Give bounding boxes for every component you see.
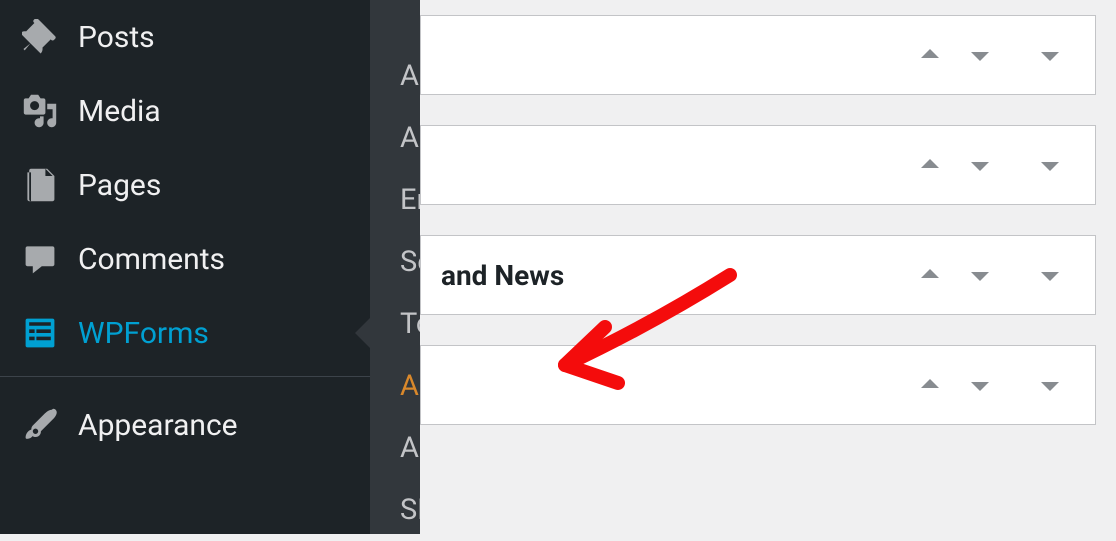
sidebar-item-appearance[interactable]: Appearance xyxy=(0,388,370,462)
sidebar-item-comments[interactable]: Comments xyxy=(0,222,370,296)
move-down-button[interactable] xyxy=(955,150,1005,180)
toggle-panel-button[interactable] xyxy=(1025,260,1075,290)
move-up-button[interactable] xyxy=(905,260,955,290)
move-down-button[interactable] xyxy=(955,260,1005,290)
toggle-panel-button[interactable] xyxy=(1025,150,1075,180)
sidebar-label-posts: Posts xyxy=(78,20,155,55)
brush-icon xyxy=(20,405,60,445)
main-content: and News xyxy=(420,0,1116,534)
sidebar-item-media[interactable]: Media xyxy=(0,74,370,148)
sidebar-item-pages[interactable]: Pages xyxy=(0,148,370,222)
sidebar-label-appearance: Appearance xyxy=(78,408,238,443)
pages-icon xyxy=(20,165,60,205)
sidebar-separator xyxy=(0,376,370,388)
sidebar-item-posts[interactable]: Posts xyxy=(0,0,370,74)
comment-icon xyxy=(20,239,60,279)
meta-box-1 xyxy=(420,15,1096,95)
toggle-panel-button[interactable] xyxy=(1025,370,1075,400)
toggle-panel-button[interactable] xyxy=(1025,40,1075,70)
meta-box-3: and News xyxy=(420,235,1096,315)
move-down-button[interactable] xyxy=(955,40,1005,70)
move-up-button[interactable] xyxy=(905,370,955,400)
meta-box-4 xyxy=(420,345,1096,425)
admin-sidebar: Posts Media Pages Comments WPForms Appea… xyxy=(0,0,370,534)
media-icon xyxy=(20,91,60,131)
move-up-button[interactable] xyxy=(905,150,955,180)
sidebar-item-wpforms[interactable]: WPForms xyxy=(0,296,370,370)
sidebar-label-wpforms: WPForms xyxy=(78,316,209,351)
sidebar-label-media: Media xyxy=(78,94,161,129)
move-down-button[interactable] xyxy=(955,370,1005,400)
sidebar-label-comments: Comments xyxy=(78,242,225,277)
pin-icon xyxy=(20,17,60,57)
wpforms-icon xyxy=(20,313,60,353)
meta-box-title: and News xyxy=(421,259,564,292)
sidebar-label-pages: Pages xyxy=(78,168,161,203)
meta-box-2 xyxy=(420,125,1096,205)
move-up-button[interactable] xyxy=(905,40,955,70)
